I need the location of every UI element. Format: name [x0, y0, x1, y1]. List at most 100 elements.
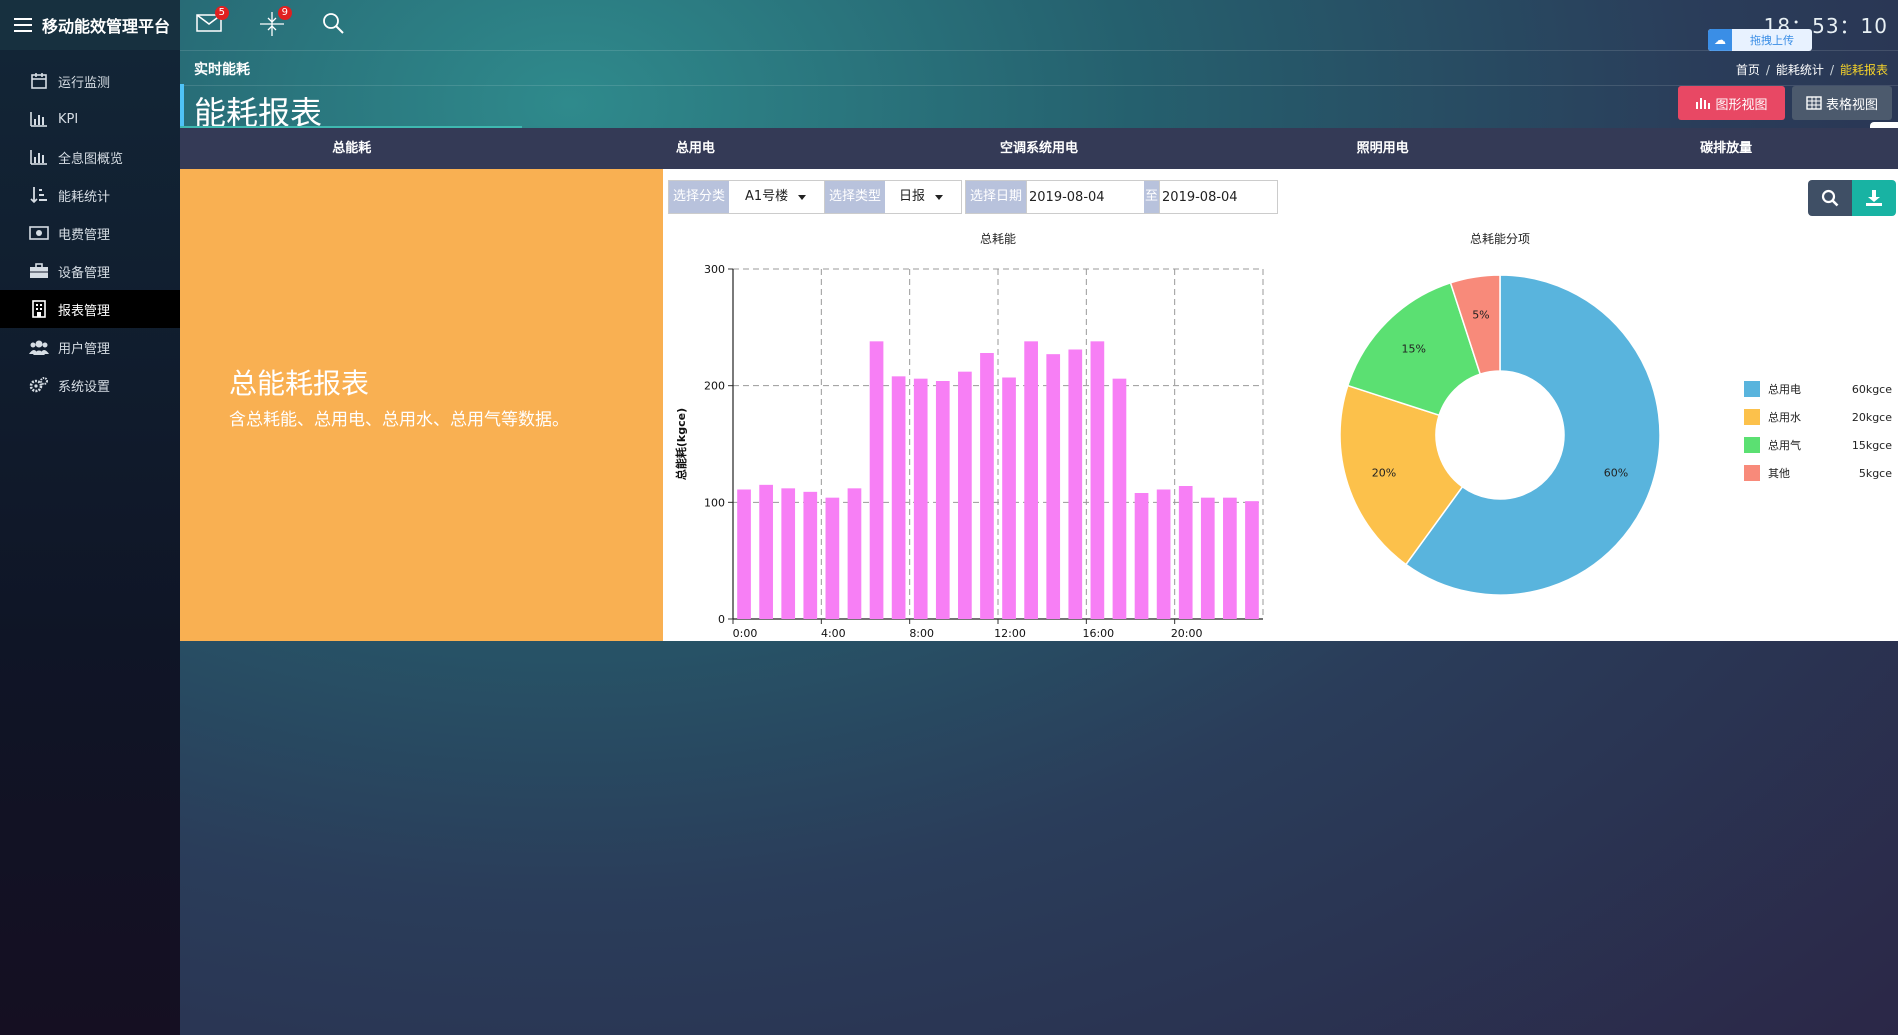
bar-12:00	[1002, 377, 1016, 619]
sidebar-item-label: 电费管理	[58, 227, 111, 243]
breadcrumb-home[interactable]: 首页	[1736, 63, 1760, 77]
x-tick-label: 16:00	[1082, 627, 1114, 640]
money-icon	[28, 223, 50, 243]
bar-17:00	[1112, 378, 1127, 619]
x-tick-label: 12:00	[994, 627, 1026, 640]
briefcase-icon	[28, 261, 50, 281]
type-value: 日报	[899, 189, 926, 204]
bar-chart-icon	[28, 109, 50, 129]
bar-chart-title: 总耗能	[980, 232, 1016, 246]
download-button[interactable]	[1852, 180, 1896, 216]
x-tick-label: 20:00	[1171, 627, 1203, 640]
sidebar-item-6[interactable]: 报表管理	[0, 290, 180, 328]
graph-view-button[interactable]: 图形视图	[1678, 86, 1785, 120]
upload-widget[interactable]: ☁ 拖拽上传	[1708, 29, 1812, 51]
y-tick-label: 300	[704, 263, 725, 276]
mail-badge: 5	[214, 6, 229, 20]
type-label: 选择类型	[825, 181, 886, 213]
caret-down-icon	[798, 194, 807, 200]
table-view-label: 表格视图	[1825, 97, 1878, 113]
cloud-icon: ☁	[1708, 29, 1732, 51]
type-filter: 选择类型 日报	[824, 180, 963, 214]
slice-percent-label: 20%	[1372, 467, 1396, 480]
y-tick-label: 100	[704, 496, 725, 509]
y-axis-label: 总能耗(kgce)	[674, 408, 688, 480]
sidebar-item-1[interactable]: KPI	[0, 100, 180, 138]
bar-0:00	[737, 489, 751, 619]
sidebar-item-5[interactable]: 设备管理	[0, 252, 180, 290]
legend-value: 60kgce	[1852, 383, 1892, 396]
legend-label: 其他	[1768, 467, 1790, 480]
calendar-icon	[28, 71, 50, 91]
category-select[interactable]: A1号楼	[729, 181, 834, 213]
search-icon[interactable]	[320, 10, 350, 40]
bar-4:00	[825, 497, 840, 619]
tab-bar: 总能耗 总用电 空调系统用电 照明用电 碳排放量	[180, 128, 1898, 169]
sidebar: 运行监测 KPI 全息图概览能耗统计电费管理设备管理报表管理用户管理 系统设置	[0, 50, 180, 1035]
bar-20:00	[1178, 486, 1193, 619]
date-to-label: 至	[1144, 181, 1160, 213]
brand-block: 移动能效管理平台	[0, 0, 180, 50]
bar-22:00	[1223, 497, 1237, 619]
y-tick-label: 200	[704, 380, 725, 393]
category-value: A1号楼	[745, 189, 789, 204]
breadcrumb-current: 能耗报表	[1839, 63, 1888, 77]
bar-21:00	[1200, 497, 1215, 619]
sidebar-item-3[interactable]: 能耗统计	[0, 176, 180, 214]
download-icon	[1866, 190, 1882, 206]
sidebar-item-8[interactable]: 系统设置	[0, 366, 180, 404]
bar-11:00	[980, 353, 994, 619]
menu-icon[interactable]	[14, 18, 32, 32]
tab-hvac-electricity[interactable]: 空调系统用电	[867, 128, 1211, 169]
mail-icon[interactable]: 5	[195, 6, 229, 40]
tab-carbon-emission[interactable]: 碳排放量	[1554, 128, 1898, 169]
sidebar-item-label: 全息图概览	[58, 151, 124, 167]
sort-icon	[28, 185, 50, 205]
date-to-input[interactable]	[1159, 181, 1278, 213]
tab-lighting-electricity[interactable]: 照明用电	[1211, 128, 1555, 169]
sidebar-item-label: 设备管理	[58, 265, 111, 281]
sub-header: 实时能耗 首页 / 能耗统计 / 能耗报表	[180, 50, 1898, 86]
app-title: 移动能效管理平台	[42, 17, 171, 36]
slice-percent-label: 5%	[1472, 309, 1489, 322]
tab-total-energy[interactable]: 总能耗	[180, 128, 524, 169]
slice-percent-label: 15%	[1402, 343, 1426, 356]
donut-chart-title: 总耗能分项	[1470, 232, 1530, 246]
table-icon	[1806, 96, 1822, 110]
legend-label: 总用气	[1768, 438, 1801, 452]
sidebar-item-0[interactable]: 运行监测	[0, 62, 180, 100]
sidebar-item-7[interactable]: 用户管理	[0, 328, 180, 366]
graph-view-label: 图形视图	[1715, 97, 1768, 113]
search-icon	[1821, 189, 1839, 207]
legend-value: 20kgce	[1852, 411, 1892, 424]
x-tick-label: 4:00	[821, 627, 846, 640]
bar-3:00	[803, 491, 818, 619]
gears-icon	[28, 375, 50, 395]
bar-18:00	[1134, 493, 1149, 619]
x-tick-label: 0:00	[733, 627, 758, 640]
breadcrumb-stats[interactable]: 能耗统计	[1776, 63, 1824, 77]
bar-16:00	[1090, 341, 1105, 619]
bar-7:00	[891, 376, 906, 619]
bar-chart-icon	[1696, 98, 1711, 109]
bar-13:00	[1024, 341, 1038, 619]
sidebar-item-4[interactable]: 电费管理	[0, 214, 180, 252]
tab-total-electricity[interactable]: 总用电	[524, 128, 868, 169]
sidebar-item-label: 报表管理	[58, 303, 111, 319]
bar-15:00	[1068, 349, 1083, 619]
date-from-input[interactable]	[1026, 181, 1145, 213]
legend-value: 15kgce	[1852, 439, 1892, 452]
date-filter: 选择日期 至	[965, 180, 1279, 214]
slice-percent-label: 60%	[1604, 467, 1628, 480]
donut-chart: 总耗能分项 60% 20% 15% 5% 总用电 60kgce 总用水 20kgce 总用气 15k…	[1339, 232, 1892, 596]
bar-2:00	[781, 488, 796, 619]
search-button[interactable]	[1808, 180, 1852, 216]
bar-23:00	[1245, 501, 1259, 619]
sidebar-item-2[interactable]: 全息图概览	[0, 138, 180, 176]
compress-icon[interactable]: 9	[258, 6, 292, 40]
type-select[interactable]: 日报	[885, 181, 962, 213]
top-bar: 移动能效管理平台 5 9 18：53：10 ☁ 拖拽上传	[0, 0, 1898, 51]
breadcrumb: 首页 / 能耗统计 / 能耗报表	[1735, 63, 1888, 77]
legend-swatch	[1744, 437, 1760, 453]
table-view-button[interactable]: 表格视图	[1792, 86, 1892, 120]
